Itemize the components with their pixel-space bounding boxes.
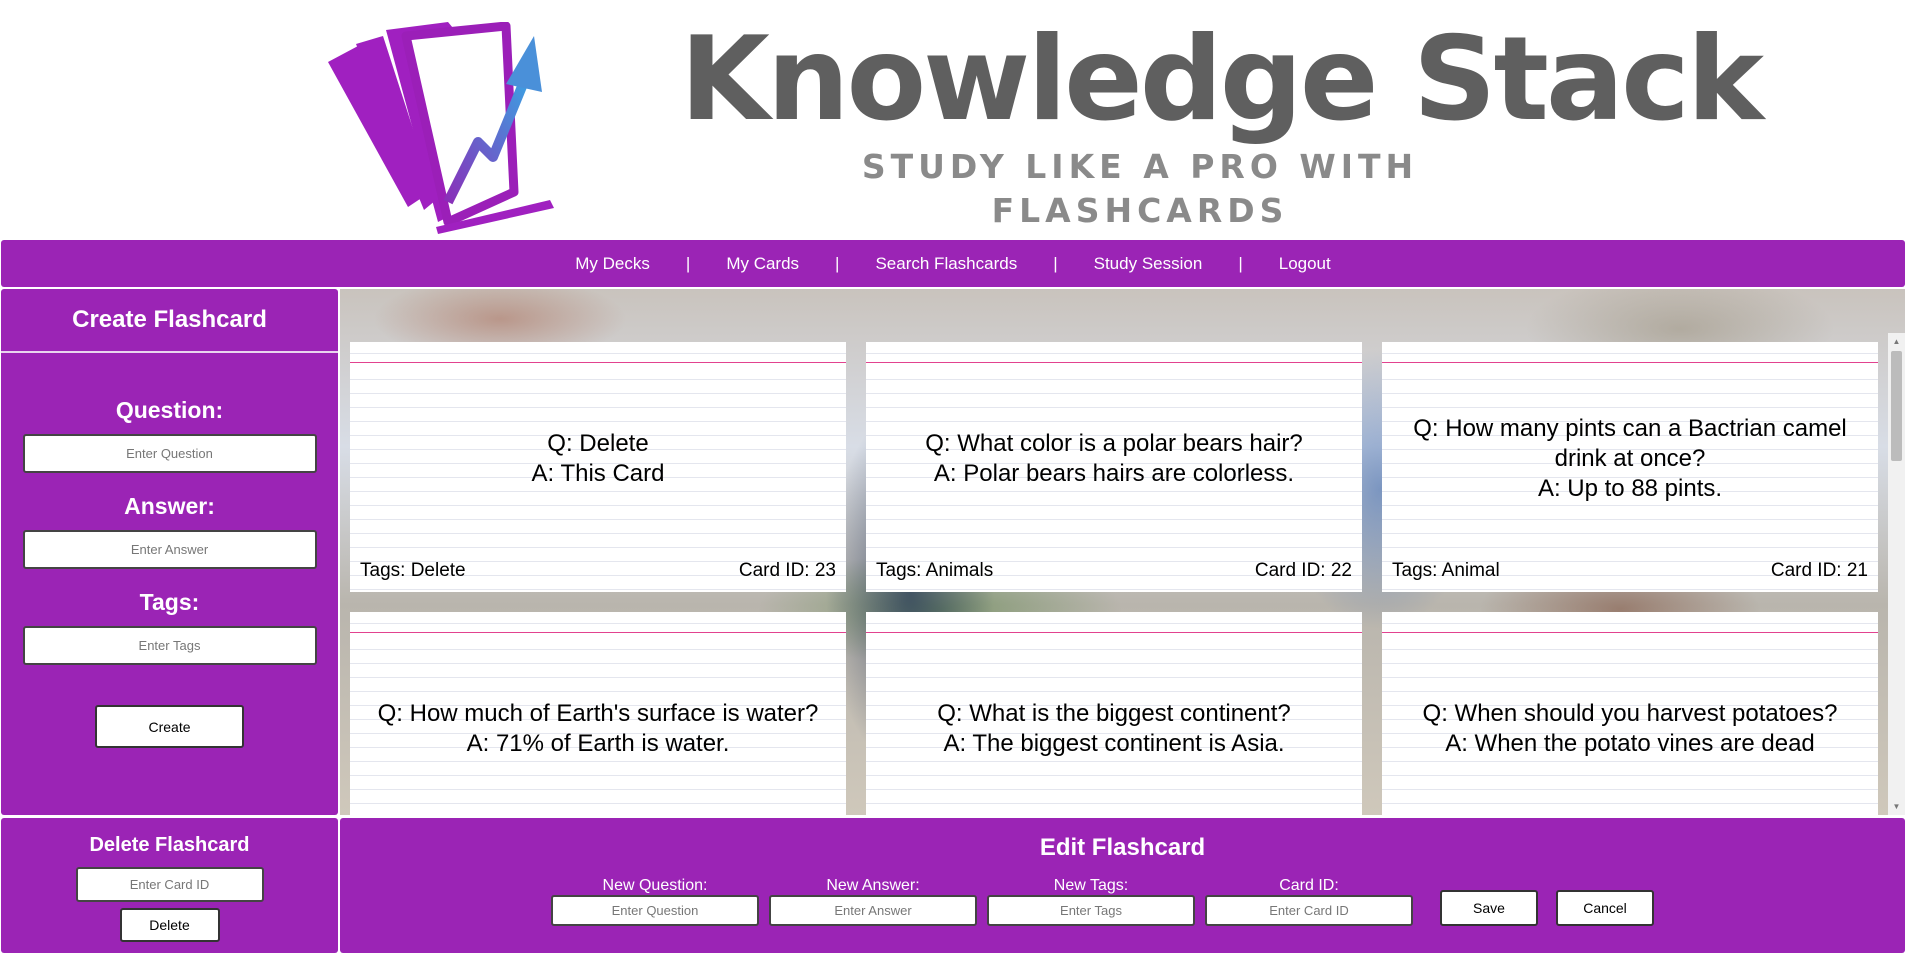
answer-label: Answer: <box>124 493 215 519</box>
flashcard[interactable]: Q: Delete A: This Card Tags: Delete Card… <box>350 342 846 592</box>
card-content: Q: How many pints can a Bactrian camel d… <box>1382 370 1878 548</box>
new-question-label: New Question: <box>602 877 708 894</box>
nav-separator: | <box>835 253 840 273</box>
tags-label: Tags: <box>139 589 200 615</box>
new-answer-input[interactable] <box>769 895 977 926</box>
new-tags-input[interactable] <box>987 895 1195 926</box>
card-grid-scrollbar[interactable]: ▲ ▼ <box>1888 333 1905 815</box>
nav-separator: | <box>1238 253 1243 273</box>
card-content: Q: Delete A: This Card <box>350 370 846 548</box>
answer-input[interactable] <box>22 530 317 569</box>
edit-flashcard-title: Edit Flashcard <box>1039 834 1206 861</box>
card-answer: A: 71% of Earth is water. <box>466 730 730 757</box>
edit-card-id-group: Card ID: <box>1205 876 1413 926</box>
edit-answer-group: New Answer: <box>769 876 977 926</box>
nav-separator: | <box>1053 253 1058 273</box>
card-question: Q: When should you harvest potatoes? <box>1422 700 1838 727</box>
brand-title: Knowledge Stack <box>680 12 1764 147</box>
card-answer: A: The biggest continent is Asia. <box>943 730 1285 757</box>
flashcard-grid: Q: Delete A: This Card Tags: Delete Card… <box>340 289 1905 815</box>
flashcard[interactable]: Q: What color is a polar bears hair? A: … <box>866 342 1362 592</box>
card-question: Q: Delete <box>547 430 649 457</box>
tags-input[interactable] <box>22 626 317 665</box>
new-tags-label: New Tags: <box>1053 877 1129 894</box>
question-input[interactable] <box>22 434 317 473</box>
card-tags: Tags: Delete <box>360 560 466 581</box>
card-question: Q: What color is a polar bears hair? <box>925 430 1303 457</box>
create-flashcard-title: Create Flashcard <box>1 289 338 353</box>
card-footer: Tags: Animal Card ID: 21 <box>1392 560 1868 582</box>
cancel-button[interactable]: Cancel <box>1556 890 1654 926</box>
edit-card-id-label: Card ID: <box>1279 877 1339 894</box>
card-tags: Tags: Animals <box>876 560 994 581</box>
nav-my-cards[interactable]: My Cards <box>724 254 801 274</box>
flashcard[interactable]: Q: How many pints can a Bactrian camel d… <box>1382 342 1878 592</box>
new-question-input[interactable] <box>551 895 759 926</box>
scroll-up-arrow-icon[interactable]: ▲ <box>1888 333 1905 350</box>
delete-flashcard-panel: Delete Flashcard Delete <box>1 818 338 953</box>
flashcard[interactable]: Q: How much of Earth's surface is water?… <box>350 612 846 815</box>
flashcard[interactable]: Q: What is the biggest continent? A: The… <box>866 612 1362 815</box>
edit-question-group: New Question: <box>551 876 759 926</box>
card-footer: Tags: Animals Card ID: 22 <box>876 560 1352 582</box>
nav-my-decks[interactable]: My Decks <box>573 254 652 274</box>
logo-icon <box>328 22 554 234</box>
card-footer: Tags: Delete Card ID: 23 <box>360 560 836 582</box>
tagline-line-1: STUDY LIKE A PRO WITH <box>861 147 1419 186</box>
tagline-line-2: FLASHCARDS <box>991 191 1289 230</box>
edit-card-id-input[interactable] <box>1205 895 1413 926</box>
scroll-down-arrow-icon[interactable]: ▼ <box>1888 798 1905 815</box>
flashcard[interactable]: Q: When should you harvest potatoes? A: … <box>1382 612 1878 815</box>
card-id: Card ID: 22 <box>1254 560 1352 581</box>
card-question: Q: How much of Earth's surface is water? <box>377 700 819 727</box>
card-tags: Tags: Animal <box>1392 560 1500 581</box>
nav-study-session[interactable]: Study Session <box>1092 254 1205 274</box>
scrollbar-thumb[interactable] <box>1891 351 1902 461</box>
delete-card-id-input[interactable] <box>75 867 264 902</box>
new-answer-label: New Answer: <box>826 877 920 894</box>
card-content: Q: What is the biggest continent? A: The… <box>866 640 1362 815</box>
card-content: Q: How much of Earth's surface is water?… <box>350 640 846 815</box>
card-id: Card ID: 21 <box>1770 560 1868 581</box>
main-nav: My Decks | My Cards | Search Flashcards … <box>1 240 1905 287</box>
create-flashcard-panel: Create Flashcard Question: Answer: Tags:… <box>1 289 338 815</box>
nav-separator: | <box>685 253 691 273</box>
card-answer: A: When the potato vines are dead <box>1445 730 1815 757</box>
card-answer: A: This Card <box>531 460 665 487</box>
edit-flashcard-panel: Edit Flashcard New Question: New Answer:… <box>340 818 1905 953</box>
create-button[interactable]: Create <box>95 705 244 748</box>
question-label: Question: <box>115 397 224 423</box>
edit-tags-group: New Tags: <box>987 876 1195 926</box>
delete-flashcard-title: Delete Flashcard <box>89 834 250 856</box>
brand-tagline: STUDY LIKE A PRO WITH FLASHCARDS <box>840 145 1440 233</box>
card-answer: A: Polar bears hairs are colorless. <box>933 460 1295 487</box>
nav-logout[interactable]: Logout <box>1277 254 1333 274</box>
card-content: Q: What color is a polar bears hair? A: … <box>866 370 1362 548</box>
card-answer: A: Up to 88 pints. <box>1537 475 1723 502</box>
save-button[interactable]: Save <box>1440 890 1538 926</box>
card-id: Card ID: 23 <box>738 560 836 581</box>
site-header: Knowledge Stack STUDY LIKE A PRO WITH FL… <box>0 0 1908 238</box>
edit-fields: New Question: New Answer: New Tags: Card… <box>551 876 1654 926</box>
nav-search-flashcards[interactable]: Search Flashcards <box>873 254 1019 274</box>
card-question: Q: What is the biggest continent? <box>937 700 1291 727</box>
delete-button[interactable]: Delete <box>119 908 220 942</box>
card-content: Q: When should you harvest potatoes? A: … <box>1382 640 1878 815</box>
card-question: Q: How many pints can a Bactrian camel d… <box>1413 415 1847 472</box>
